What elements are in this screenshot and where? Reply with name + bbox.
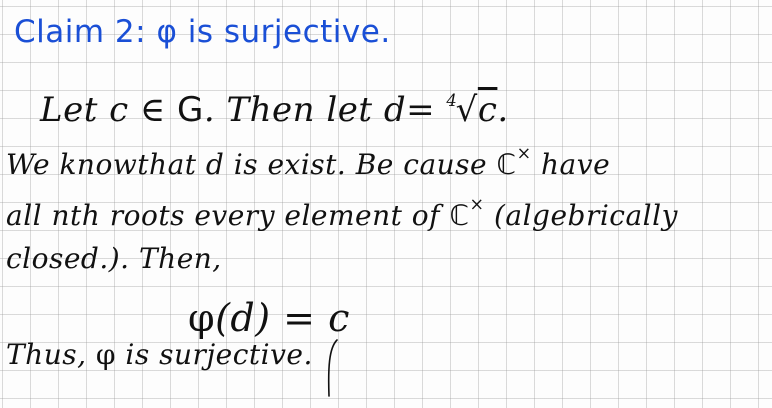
phi-symbol: φ (188, 296, 216, 340)
claim-prefix: Claim 2: (14, 14, 157, 50)
have-text: have (531, 147, 611, 181)
let-text: Let c ∈ (40, 90, 177, 130)
is-text: is (116, 338, 160, 371)
line-let-c: Let c ∈ G. Then let d= 4√c. (40, 90, 509, 130)
complex-symbol: ℂ (496, 147, 517, 181)
claim-text: is surjective. (177, 14, 391, 50)
surjective-text: surjective. (159, 338, 313, 371)
radicand: c (477, 90, 498, 130)
all-roots-text: all nth roots every element of (6, 198, 450, 232)
line1-end: . (497, 90, 509, 130)
algebraically-text: (algebrically (484, 198, 678, 232)
line-all-roots: all nth roots every element of ℂ× (algeb… (6, 195, 678, 232)
equation-phi-d: φ(d) = c (188, 296, 350, 340)
bracket-stroke (327, 339, 338, 397)
group-symbol: G (177, 90, 204, 130)
then-let-text: . Then let d= (203, 90, 447, 130)
line-conclusion: Thus, φ is surjective. (6, 338, 313, 371)
times-superscript: × (516, 144, 532, 164)
notebook-page: Claim 2: φ is surjective. Let c ∈ G. The… (0, 0, 772, 408)
thus-text: Thus, (6, 338, 96, 371)
phi-symbol: φ (156, 14, 178, 50)
phi-symbol: φ (95, 338, 117, 371)
claim-heading: Claim 2: φ is surjective. (14, 14, 391, 50)
equation-text: (d) = c (215, 296, 350, 340)
line-we-know: We knowthat d is exist. Be cause ℂ× have (6, 144, 610, 181)
we-know-text: We knowthat d is exist. Be cause (6, 147, 497, 181)
radical-sign: √ (455, 90, 478, 130)
times-superscript: × (469, 195, 485, 215)
line-closed: closed.). Then, (6, 242, 222, 275)
complex-symbol: ℂ (449, 198, 470, 232)
